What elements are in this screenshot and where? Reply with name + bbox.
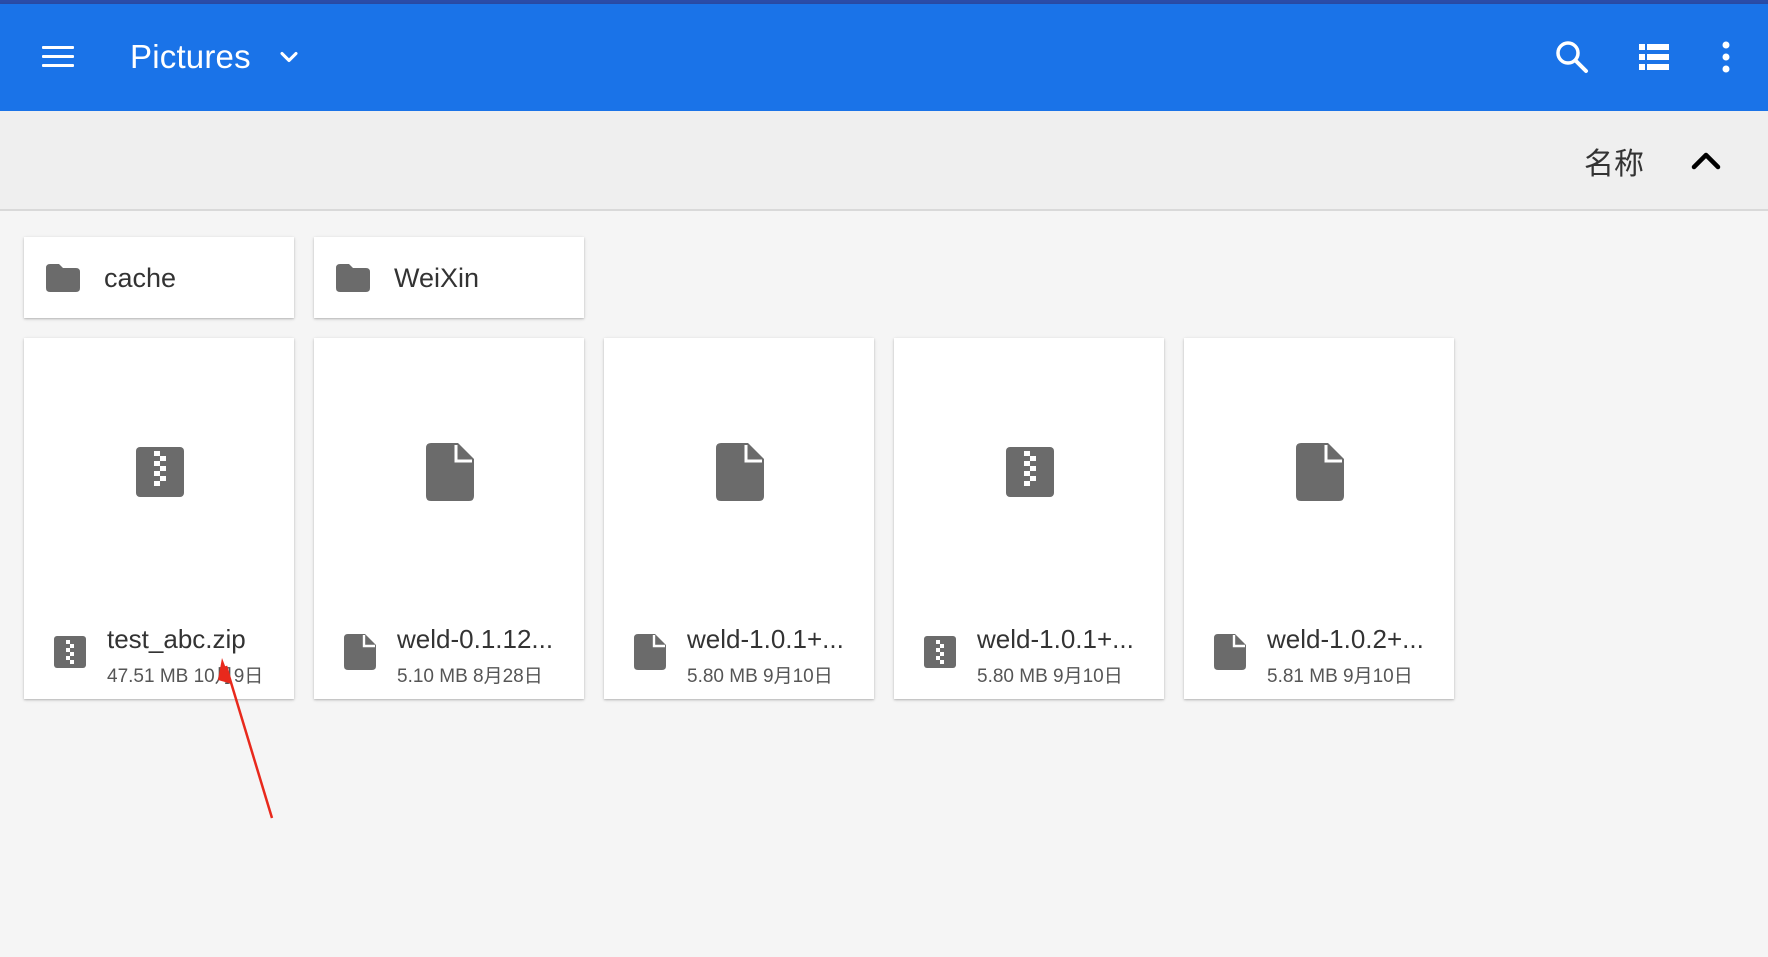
archive-icon <box>136 447 184 497</box>
folder-card-weixin[interactable]: WeiXin <box>314 237 584 318</box>
archive-icon <box>54 636 86 668</box>
file-size: 5.10 MB <box>397 666 468 687</box>
list-view-icon[interactable] <box>1634 37 1674 77</box>
file-date: 8月28日 <box>473 666 543 687</box>
file-date: 9月10日 <box>1053 666 1123 687</box>
file-name: weld-0.1.12... <box>397 624 554 654</box>
file-meta: 5.10 MB 8月28日 <box>397 661 543 688</box>
folder-card-cache[interactable]: cache <box>24 237 294 318</box>
app-bar: Pictures <box>0 4 1768 111</box>
file-meta: 5.81 MB 9月10日 <box>1267 661 1413 688</box>
document-icon <box>426 443 474 501</box>
more-vert-icon[interactable] <box>1706 37 1746 77</box>
file-date: 9月10日 <box>1343 666 1413 687</box>
document-icon <box>634 634 666 670</box>
file-size: 5.80 MB <box>687 666 758 687</box>
location-dropdown[interactable]: Pictures <box>130 34 303 80</box>
file-size: 5.81 MB <box>1267 666 1338 687</box>
file-card-weld-1-0-1-a[interactable]: weld-1.0.1+... 5.80 MB 9月10日 <box>604 338 874 699</box>
file-meta: 5.80 MB 9月10日 <box>687 661 833 688</box>
file-size: 47.51 MB <box>107 666 189 687</box>
file-date: 10月9日 <box>193 666 264 687</box>
archive-icon <box>1006 447 1054 497</box>
file-card-weld-1-0-1-b[interactable]: weld-1.0.1+... 5.80 MB 9月10日 <box>894 338 1164 699</box>
file-card-test-abc-zip[interactable]: test_abc.zip 47.51 MB 10月9日 <box>24 338 294 699</box>
file-date: 9月10日 <box>763 666 833 687</box>
file-meta: 5.80 MB 9月10日 <box>977 661 1123 688</box>
page-title: Pictures <box>130 38 251 75</box>
folder-name: WeiXin <box>394 263 480 293</box>
document-icon <box>1214 634 1246 670</box>
folder-icon <box>336 264 370 292</box>
file-card-weld-1-0-2[interactable]: weld-1.0.2+... 5.81 MB 9月10日 <box>1184 338 1454 699</box>
chevron-down-icon <box>280 51 298 63</box>
archive-icon <box>924 636 956 668</box>
file-name: weld-1.0.1+... <box>977 624 1134 654</box>
folder-icon <box>46 264 80 292</box>
sort-by-name-button[interactable]: 名称 <box>1584 139 1644 183</box>
sort-bar: 名称 <box>0 111 1768 211</box>
file-name: weld-1.0.2+... <box>1267 624 1424 654</box>
file-card-weld-0-1-12[interactable]: weld-0.1.12... 5.10 MB 8月28日 <box>314 338 584 699</box>
file-meta: 47.51 MB 10月9日 <box>107 661 263 688</box>
hamburger-menu-icon[interactable] <box>36 40 76 74</box>
document-icon <box>344 634 376 670</box>
file-name: weld-1.0.1+... <box>687 624 844 654</box>
search-icon[interactable] <box>1552 37 1592 77</box>
document-icon <box>1296 443 1344 501</box>
file-name: test_abc.zip <box>107 624 246 654</box>
document-icon <box>716 443 764 501</box>
folder-name: cache <box>104 263 177 293</box>
chevron-up-icon[interactable] <box>1686 141 1726 181</box>
file-size: 5.80 MB <box>977 666 1048 687</box>
